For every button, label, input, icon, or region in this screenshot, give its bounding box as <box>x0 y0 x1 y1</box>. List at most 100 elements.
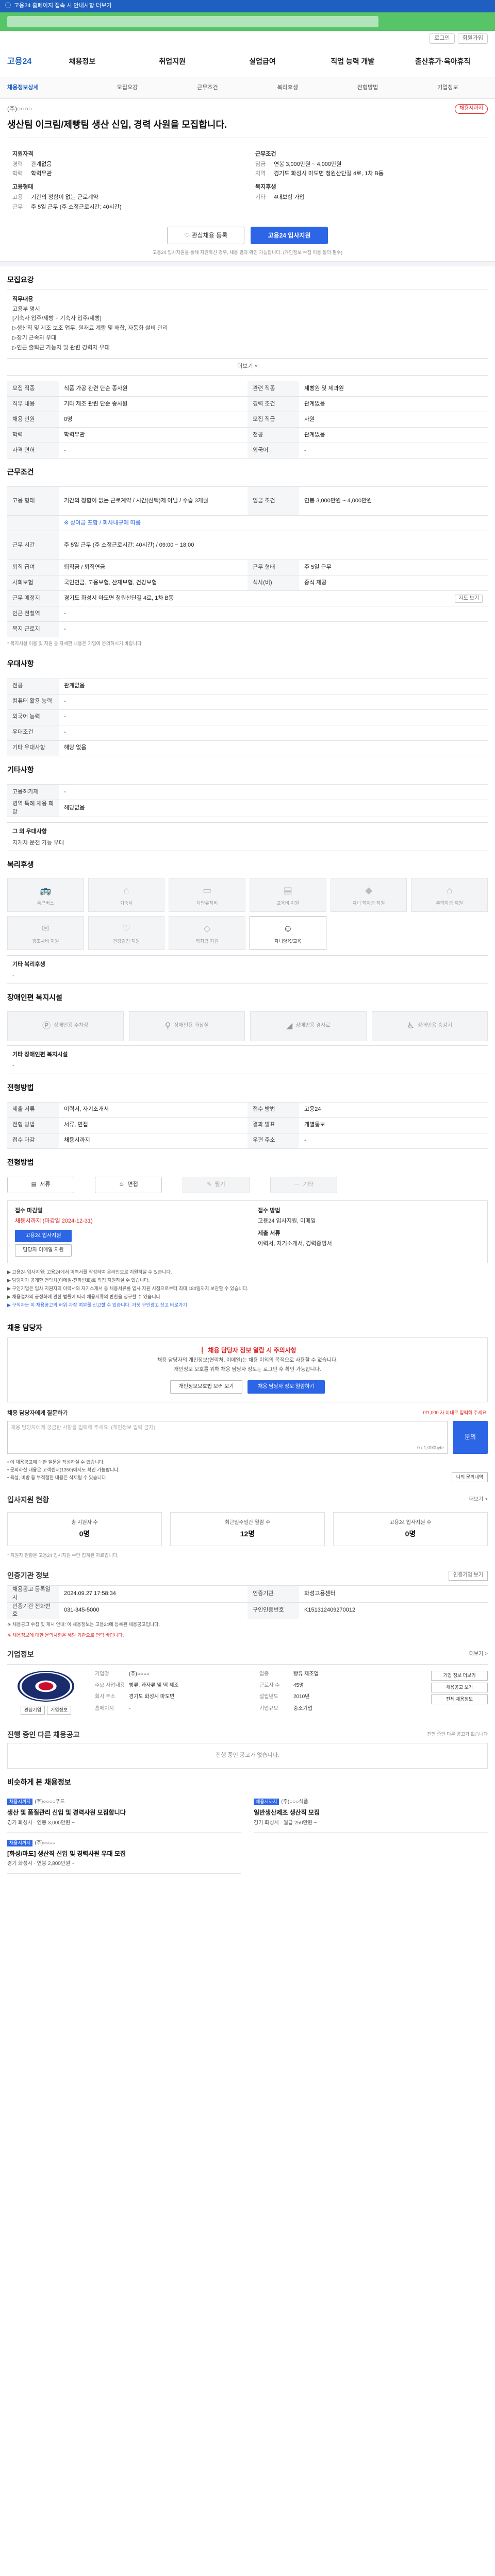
promo-banner-content <box>7 16 378 27</box>
card-company: (주)○○○○ <box>35 1840 56 1846</box>
step-interview: ☺ 면접 <box>95 1177 162 1194</box>
welfare-label: 교육비 지원 <box>276 900 300 906</box>
table-value: 주 5일 근무 (주 소정근로시간: 40시간) / 09:00 ~ 18:00 <box>59 531 488 561</box>
job-card[interactable]: 채용시까지 (주)○○○○ [화성/마도] 생산직 신입 및 경력사원 우대 모집… <box>7 1833 241 1874</box>
note-line: • 욕설, 비방 등 부적절한 내용은 삭제될 수 있습니다. <box>7 1475 107 1480</box>
apply-email-button[interactable]: 담당자 이메일 지원 <box>15 1244 72 1257</box>
job-card[interactable]: 채용시까지 (주)○○○식품 일반생산제조 생산직 모집 경기 화성시 · 월급 … <box>254 1791 488 1833</box>
company-name[interactable]: (주)○○○○ <box>7 105 32 113</box>
summary-key: 고용 <box>12 194 23 201</box>
table-value: 화성고용센터 <box>299 1585 488 1603</box>
info-value: (주)○○○○ <box>129 1671 150 1677</box>
same-company-section: 진행 중인 다른 채용공고 진행 중인 다른 공고가 없습니다 진행 중인 공고… <box>0 1721 495 1769</box>
gnb-item-benefit[interactable]: 실업급여 <box>218 56 308 66</box>
section-title: 전형방법 <box>7 1083 34 1092</box>
company-info-button[interactable]: 기업정보 <box>47 1705 72 1715</box>
table-key: 모집 직급 <box>248 412 299 428</box>
info-value: 빵류, 과자류 및 떡 제조 <box>129 1683 179 1689</box>
tab-process[interactable]: 전형방법 <box>327 84 407 92</box>
note-line: • 이 채용공고에 대한 질문을 작성하실 수 있습니다. <box>7 1459 105 1465</box>
table-row: 사회보험 국민연금, 고용보험, 산재보험, 건강보험 식사(비) 중식 제공 <box>7 575 488 591</box>
process-table: 제출 서류 이력서, 자기소개서 접수 방법 고용24 전형 방법 서류, 면접 결과 발… <box>7 1101 488 1149</box>
detail-tabs: 채용정보상세 모집요강 근무조건 복리후생 전형방법 기업정보 <box>0 77 495 99</box>
table-value: 고용24 <box>299 1101 488 1118</box>
company-more-link[interactable]: 더보기 > <box>469 1651 488 1658</box>
section-title: 기타사항 <box>7 765 34 774</box>
stats-more-link[interactable]: 더보기 > <box>469 1496 488 1504</box>
gnb-item-training[interactable]: 직업 능력 개발 <box>307 56 398 66</box>
info-value: 경기도 화성시 마도면 <box>129 1694 175 1700</box>
tab-condition[interactable]: 근무조건 <box>168 84 248 92</box>
disability-item: ◢ 장애인용 경사로 <box>250 1011 367 1041</box>
table-row: 고용 형태 기간의 정함이 없는 근로계약 / 시간(선택)제 아님 / 수습 … <box>7 486 488 516</box>
table-key: 접수 방법 <box>248 1101 299 1118</box>
bullet-line: ▶ 고용24 입사지원: 고용24에서 이력서를 작성하여 온라인으로 지원하실… <box>7 1269 172 1275</box>
tab-welfare[interactable]: 복리후생 <box>248 84 327 92</box>
gnb-item-jobs[interactable]: 채용정보 <box>37 56 127 66</box>
table-key: 관련 직종 <box>248 381 299 397</box>
tab-company[interactable]: 기업정보 <box>408 84 488 92</box>
table-row: 고용허가제 - <box>7 784 488 801</box>
table-value: - <box>299 443 488 459</box>
login-button[interactable]: 로그인 <box>430 33 455 44</box>
job-card[interactable]: 채용시까지 (주)○○○○푸드 생산 및 품질관리 신입 및 경력사원 모집합니다… <box>7 1791 241 1833</box>
certified-company-button[interactable]: 인증기업 보기 <box>449 1571 488 1581</box>
site-logo[interactable]: 고용24 <box>7 56 37 67</box>
table-value: - <box>59 606 488 622</box>
view-contact-button[interactable]: 채용 담당자 정보 열람하기 <box>248 1380 325 1394</box>
table-value: 031-345-5000 <box>59 1602 248 1620</box>
table-key: 근무 형태 <box>248 560 299 576</box>
apply-online-button[interactable]: 고용24 입사지원 <box>15 1230 72 1242</box>
tab-detail[interactable]: 채용정보상세 <box>7 84 87 92</box>
note-line: • 문의하신 내용은 고객센터(1350)에서도 확인 가능합니다. <box>7 1467 120 1472</box>
table-key: 근무 시간 <box>7 531 59 561</box>
summary-value: 4대보험 가입 <box>274 194 305 201</box>
car-icon: ▭ <box>203 885 212 895</box>
promo-banner[interactable] <box>0 12 495 31</box>
info-value: - <box>129 1705 131 1711</box>
card-tag: 채용시까지 <box>7 1840 33 1847</box>
map-button[interactable]: 지도 보기 <box>455 594 483 603</box>
interview-icon: ☺ <box>119 1181 125 1188</box>
info-key: 회사 주소 <box>95 1694 116 1700</box>
table-key: 자격 면허 <box>7 443 59 459</box>
report-link[interactable]: ▶ 구직자는 이 채용공고의 허위·과장 여부를 신고할 수 있습니다. 거짓 … <box>7 1302 488 1309</box>
gnb-item-leave[interactable]: 출산휴가·육아휴직 <box>398 56 488 66</box>
table-key: 전공 <box>7 678 59 694</box>
top-notice-bar[interactable]: ⓘ 고용24 홈페이지 접속 시 안내사항 더보기 <box>0 0 495 12</box>
company-more-button[interactable]: 기업 정보 더보기 <box>431 1670 488 1681</box>
table-key <box>7 515 59 532</box>
table-key: 전공 <box>248 427 299 444</box>
similar-section: 비슷하게 본 채용정보 채용시까지 (주)○○○○푸드 생산 및 품질관리 신입 … <box>0 1769 495 1874</box>
table-value: 관계없음 <box>59 678 488 694</box>
condition-section: 근무조건 고용 형태 기간의 정함이 없는 근로계약 / 시간(선택)제 아님 … <box>0 459 495 650</box>
table-value: - <box>59 693 488 710</box>
all-jobs-button[interactable]: 전체 채용정보 <box>431 1694 488 1704</box>
favorite-company-button[interactable]: 관심기업 <box>20 1705 45 1715</box>
disability-etc-title: 기타 장애인편 복지시설 <box>12 1051 68 1058</box>
apply-button[interactable]: 고용24 입사지원 <box>251 227 328 245</box>
card-company: (주)○○○○푸드 <box>35 1799 65 1805</box>
recruit-table: 모집 직종 식품 가공 관련 단순 종사원 관련 직종 제빵원 및 제과원 직무 내용… <box>7 381 488 459</box>
table-value: 국민연금, 고용보험, 산재보험, 건강보험 <box>59 575 248 591</box>
company-info: 기업명 (주)○○○○ 업종 빵류 제조업 주요 사업내용 빵류, 과자류 및 떡 제… <box>95 1671 421 1715</box>
table-key: 제출 서류 <box>7 1101 59 1118</box>
welfare-item: 🚌 통근버스 <box>7 878 84 912</box>
info-value: 빵류 제조업 <box>293 1671 319 1677</box>
disability-item: ♿ 장애인용 승강기 <box>371 1011 488 1041</box>
company-jobs-button[interactable]: 채용공고 보기 <box>431 1682 488 1692</box>
table-row: 인근 전철역 - <box>7 606 488 622</box>
registration-note: ※ 채용정보에 대한 문의사항은 해당 기관으로 연락 바랍니다. <box>7 1633 124 1638</box>
my-inquiry-button[interactable]: 나의 문의내역 <box>451 1472 488 1482</box>
registration-table: 채용공고 등록일시 2024.09.27 17:58:34 인증기관 화성고용센터 인… <box>7 1585 488 1620</box>
inquiry-textarea[interactable]: 채용 담당자에게 궁금한 사항을 입력해 주세요. (개인정보 입력 금지) 0… <box>7 1420 448 1454</box>
privacy-law-button[interactable]: 개인정보보호법 보러 보기 <box>170 1380 242 1394</box>
tab-recruit[interactable]: 모집요강 <box>87 84 167 92</box>
section-title: 진행 중인 다른 채용공고 <box>7 1730 80 1739</box>
inquiry-submit-button[interactable]: 문의 <box>453 1420 488 1454</box>
more-button[interactable]: 더보기 ˅ <box>7 359 488 376</box>
signup-button[interactable]: 회원가입 <box>457 33 488 44</box>
scrap-button[interactable]: ♡ 관심채용 등록 <box>167 227 244 245</box>
gnb-item-support[interactable]: 취업지원 <box>127 56 218 66</box>
table-key: 고용 형태 <box>7 486 59 516</box>
